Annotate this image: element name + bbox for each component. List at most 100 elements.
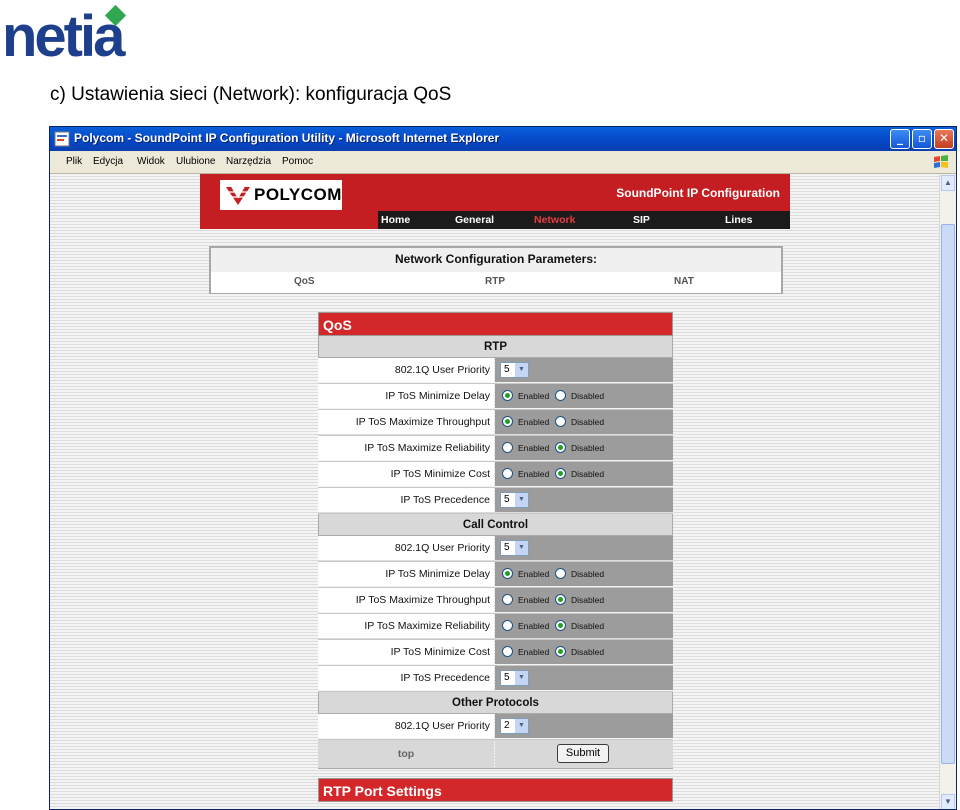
polycom-header: POLYCOM SoundPoint IP Configuration Home… (200, 174, 790, 229)
setting-value: Enabled Disabled (495, 562, 673, 586)
enabled-label: Enabled (518, 443, 550, 453)
enabled-radio[interactable] (502, 620, 513, 631)
maximize-button[interactable]: ▫ (912, 129, 932, 149)
disabled-radio[interactable] (555, 620, 566, 631)
enabled-label: Enabled (518, 391, 550, 401)
nav-general[interactable]: General (455, 214, 494, 226)
setting-label: IP ToS Minimize Delay (318, 562, 494, 586)
menu-favorites[interactable]: Ulubione (176, 156, 215, 167)
setting-label: IP ToS Maximize Reliability (318, 436, 494, 460)
menu-view[interactable]: Widok (137, 156, 165, 167)
setting-row: 802.1Q User Priority 5 ▼ (318, 358, 673, 384)
enabled-radio[interactable] (502, 390, 513, 401)
setting-value: 5 ▼ (495, 666, 673, 690)
qos-footer: top Submit (318, 740, 673, 769)
setting-label: IP ToS Maximize Reliability (318, 614, 494, 638)
polycom-nav: Home General Network SIP Lines (378, 211, 790, 229)
scroll-thumb[interactable] (941, 224, 955, 764)
setting-label: 802.1Q User Priority (318, 358, 494, 382)
setting-value: Enabled Disabled (495, 410, 673, 434)
disabled-radio[interactable] (555, 442, 566, 453)
enabled-radio[interactable] (502, 442, 513, 453)
select-value: 5 (504, 542, 510, 553)
enabled-radio[interactable] (502, 594, 513, 605)
top-link[interactable]: top (318, 740, 494, 768)
chevron-down-icon[interactable]: ▼ (515, 363, 528, 377)
priority-select[interactable]: 5 ▼ (500, 362, 529, 378)
setting-value: 5 ▼ (495, 358, 673, 382)
qos-header: QoS (318, 312, 673, 336)
setting-value: Enabled Disabled (495, 614, 673, 638)
setting-row: IP ToS Minimize Delay Enabled Disabled (318, 384, 673, 410)
disabled-radio[interactable] (555, 416, 566, 427)
disabled-label: Disabled (571, 621, 605, 631)
setting-label: 802.1Q User Priority (318, 714, 494, 738)
menu-file[interactable]: Plik (66, 156, 82, 167)
title-bar: Polycom - SoundPoint IP Configuration Ut… (50, 127, 956, 151)
nav-network[interactable]: Network (534, 214, 575, 226)
setting-label: IP ToS Minimize Cost (318, 462, 494, 486)
disabled-radio[interactable] (555, 594, 566, 605)
enabled-radio[interactable] (502, 568, 513, 579)
disabled-radio[interactable] (555, 390, 566, 401)
menu-tools[interactable]: Narzędzia (226, 156, 271, 167)
disabled-label: Disabled (571, 595, 605, 605)
enabled-radio[interactable] (502, 646, 513, 657)
chevron-down-icon[interactable]: ▼ (515, 671, 528, 685)
chevron-down-icon[interactable]: ▼ (515, 719, 528, 733)
ncp-link-rtp[interactable]: RTP (485, 276, 505, 287)
disabled-radio[interactable] (555, 568, 566, 579)
scroll-up-arrow[interactable]: ▲ (941, 175, 955, 191)
setting-value: Enabled Disabled (495, 436, 673, 460)
setting-row: IP ToS Precedence 5 ▼ (318, 666, 673, 692)
select-value: 5 (504, 494, 510, 505)
browser-window: Polycom - SoundPoint IP Configuration Ut… (49, 126, 957, 810)
enabled-label: Enabled (518, 595, 550, 605)
nav-sip[interactable]: SIP (633, 214, 650, 226)
enabled-label: Enabled (518, 417, 550, 427)
chevron-down-icon[interactable]: ▼ (515, 493, 528, 507)
setting-row: 802.1Q User Priority 5 ▼ (318, 536, 673, 562)
polycom-logo: POLYCOM (220, 180, 342, 210)
ncp-link-nat[interactable]: NAT (674, 276, 694, 287)
priority-select[interactable]: 2 ▼ (500, 718, 529, 734)
disabled-radio[interactable] (555, 468, 566, 479)
disabled-label: Disabled (571, 647, 605, 657)
priority-select[interactable]: 5 ▼ (500, 492, 529, 508)
priority-select[interactable]: 5 ▼ (500, 540, 529, 556)
setting-label: IP ToS Minimize Cost (318, 640, 494, 664)
enabled-radio[interactable] (502, 416, 513, 427)
setting-value: 5 ▼ (495, 488, 673, 512)
rtp-port-header: RTP Port Settings (318, 778, 673, 802)
scroll-down-arrow[interactable]: ▼ (941, 794, 955, 809)
enabled-label: Enabled (518, 647, 550, 657)
setting-value: 2 ▼ (495, 714, 673, 738)
disabled-label: Disabled (571, 391, 605, 401)
setting-row: IP ToS Minimize Cost Enabled Disabled (318, 462, 673, 488)
ncp-links: QoS RTP NAT (211, 272, 781, 293)
setting-row: IP ToS Minimize Delay Enabled Disabled (318, 562, 673, 588)
network-config-panel: Network Configuration Parameters: QoS RT… (209, 246, 783, 294)
nav-home[interactable]: Home (381, 214, 410, 226)
enabled-radio[interactable] (502, 468, 513, 479)
minimize-button[interactable]: _ (890, 129, 910, 149)
nav-lines[interactable]: Lines (725, 214, 752, 226)
setting-row: IP ToS Precedence 5 ▼ (318, 488, 673, 514)
chevron-down-icon[interactable]: ▼ (515, 541, 528, 555)
section-header: Other Protocols (318, 692, 673, 714)
menu-help[interactable]: Pomoc (282, 156, 313, 167)
setting-value: Enabled Disabled (495, 384, 673, 408)
submit-button[interactable]: Submit (557, 744, 609, 763)
ie-page-icon (54, 131, 70, 147)
vertical-scrollbar[interactable]: ▲ ▼ (939, 174, 956, 809)
select-value: 5 (504, 364, 510, 375)
disabled-radio[interactable] (555, 646, 566, 657)
enabled-label: Enabled (518, 621, 550, 631)
ncp-title: Network Configuration Parameters: (394, 252, 598, 266)
disabled-label: Disabled (571, 469, 605, 479)
disabled-label: Disabled (571, 417, 605, 427)
close-button[interactable]: ✕ (934, 129, 954, 149)
menu-edit[interactable]: Edycja (93, 156, 123, 167)
priority-select[interactable]: 5 ▼ (500, 670, 529, 686)
ncp-link-qos[interactable]: QoS (294, 276, 315, 287)
